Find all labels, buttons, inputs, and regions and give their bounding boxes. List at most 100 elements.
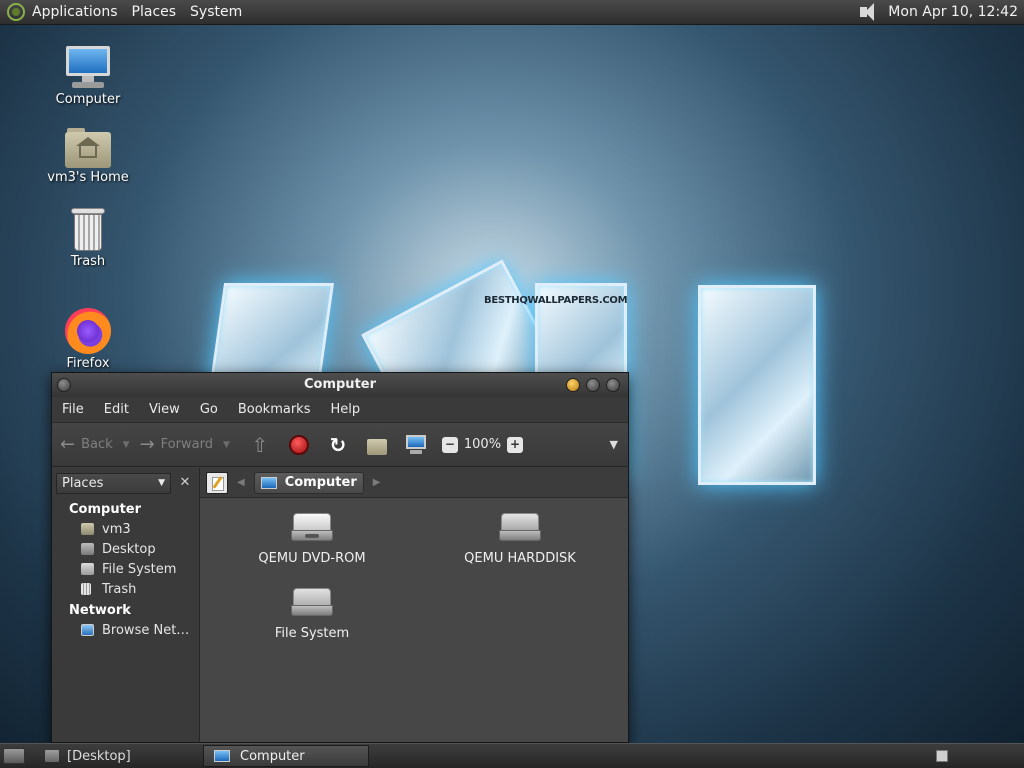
forward-button[interactable]: → Forward ▼: [140, 434, 230, 455]
menu-view[interactable]: View: [139, 402, 190, 417]
file-item-dvd-rom[interactable]: QEMU DVD-ROM: [237, 513, 387, 566]
wallpaper-watermark: BESTHQWALLPAPERS.COM: [484, 295, 628, 306]
file-view[interactable]: ◀ Computer ▶ QEMU DVD-ROM QEMU HARDDISK …: [200, 468, 628, 742]
distro-logo-icon[interactable]: [7, 3, 25, 21]
places-menu[interactable]: Places: [125, 0, 184, 25]
sidebar-item-label: vm3: [102, 521, 131, 537]
breadcrumb-label: Computer: [284, 475, 357, 490]
filesystem-drive-icon: [291, 588, 333, 618]
forward-history-dropdown-icon[interactable]: ▼: [223, 440, 230, 450]
path-right-arrow-icon[interactable]: ▶: [373, 477, 381, 488]
computer-icon[interactable]: [405, 434, 427, 456]
wallpaper-letter-l2: [698, 285, 816, 485]
file-item-file-system[interactable]: File System: [237, 588, 387, 641]
trash-icon: [81, 583, 91, 595]
edit-location-icon[interactable]: [206, 471, 228, 494]
back-history-dropdown-icon[interactable]: ▼: [123, 440, 130, 450]
desktop-icon-label: Trash: [70, 254, 106, 269]
menu-help[interactable]: Help: [320, 402, 370, 417]
toolbar: ← Back ▼ → Forward ▼ ⇧ ↻ − 100% + ▼: [52, 423, 628, 467]
computer-icon: [260, 476, 277, 489]
home-folder-icon: [65, 128, 111, 168]
stop-icon[interactable]: [288, 434, 309, 455]
file-item-harddisk[interactable]: QEMU HARDDISK: [445, 513, 595, 566]
home-folder-icon: [81, 523, 94, 535]
taskbar-item-computer[interactable]: Computer: [203, 745, 369, 767]
zoom-in-icon[interactable]: +: [507, 436, 524, 453]
toolbar-overflow-icon[interactable]: ▼: [610, 438, 618, 451]
desktop-folder-icon: [81, 543, 94, 555]
sidebar-item-file-system[interactable]: File System: [52, 559, 199, 579]
sidebar-item-vm3[interactable]: vm3: [52, 519, 199, 539]
desktop-icon-label: Firefox: [66, 356, 110, 371]
desktop-folder-icon: [45, 750, 59, 762]
up-arrow-icon[interactable]: ⇧: [249, 434, 271, 456]
taskbar-item-desktop[interactable]: [Desktop]: [35, 745, 195, 767]
panel-clock[interactable]: Mon Apr 10, 12:42: [888, 4, 1024, 20]
taskbar-item-label: [Desktop]: [67, 748, 131, 764]
window-titlebar[interactable]: Computer: [52, 373, 628, 397]
menu-go[interactable]: Go: [190, 402, 228, 417]
zoom-out-icon[interactable]: −: [441, 436, 458, 453]
workspace-switcher[interactable]: [936, 750, 948, 762]
menu-edit[interactable]: Edit: [94, 402, 139, 417]
menu-file[interactable]: File: [52, 402, 94, 417]
zoom-level: 100%: [463, 437, 502, 452]
close-sidebar-icon[interactable]: ✕: [175, 473, 195, 493]
file-item-label: QEMU HARDDISK: [464, 551, 576, 566]
reload-icon[interactable]: ↻: [327, 434, 349, 456]
close-button[interactable]: [606, 378, 620, 392]
forward-arrow-icon: →: [139, 434, 155, 455]
sidebar-item-desktop[interactable]: Desktop: [52, 539, 199, 559]
file-item-label: File System: [274, 626, 350, 641]
filesystem-drive-icon: [81, 563, 94, 575]
computer-icon: [214, 750, 230, 762]
desktop-icon-label: vm3's Home: [47, 170, 129, 185]
forward-label: Forward: [160, 437, 213, 452]
desktop-icon-label: Computer: [55, 92, 121, 107]
back-arrow-icon: ←: [60, 434, 76, 455]
window-title: Computer: [303, 377, 377, 392]
volume-icon[interactable]: [856, 1, 880, 23]
applications-menu[interactable]: Applications: [25, 0, 125, 25]
top-panel: Applications Places System Mon Apr 10, 1…: [0, 0, 1024, 25]
desktop-icon-home[interactable]: vm3's Home: [43, 128, 133, 185]
sidebar-item-trash[interactable]: Trash: [52, 579, 199, 599]
desktop-icon-computer[interactable]: Computer: [43, 46, 133, 107]
home-icon[interactable]: [366, 438, 387, 455]
sidebar-item-browse-network[interactable]: Browse Net…: [52, 620, 199, 640]
dvd-drive-icon: [291, 513, 333, 543]
sidebar-type-value: Places: [62, 475, 104, 491]
back-label: Back: [81, 437, 113, 452]
chevron-down-icon: ▼: [158, 478, 165, 488]
show-desktop-icon[interactable]: [3, 748, 25, 764]
network-icon: [81, 624, 94, 636]
sidebar-header: Places ▼ ✕: [52, 468, 199, 498]
taskbar-item-label: Computer: [240, 748, 305, 764]
minimize-button[interactable]: [566, 378, 580, 392]
sidebar-item-label: Trash: [102, 581, 137, 597]
firefox-icon: [65, 308, 111, 354]
window-content: Places ▼ ✕ Computer vm3 Desktop File Sys…: [52, 468, 628, 742]
sidebar: Places ▼ ✕ Computer vm3 Desktop File Sys…: [52, 468, 200, 742]
back-button[interactable]: ← Back ▼: [60, 434, 130, 455]
breadcrumb-computer[interactable]: Computer: [253, 471, 364, 494]
computer-icon: [64, 46, 112, 90]
desktop-icon-firefox[interactable]: Firefox: [43, 308, 133, 371]
file-item-label: QEMU DVD-ROM: [258, 551, 366, 566]
system-menu[interactable]: System: [183, 0, 249, 25]
panel-tray: Mon Apr 10, 12:42: [856, 1, 1024, 23]
desktop-icon-trash[interactable]: Trash: [43, 208, 133, 269]
sidebar-type-select[interactable]: Places ▼: [56, 472, 171, 494]
menu-bookmarks[interactable]: Bookmarks: [228, 402, 321, 417]
maximize-button[interactable]: [586, 378, 600, 392]
harddisk-icon: [499, 513, 541, 543]
bottom-panel: [Desktop] Computer: [0, 743, 1024, 768]
trash-icon: [71, 208, 105, 252]
sidebar-item-label: Desktop: [102, 541, 156, 557]
sidebar-item-label: File System: [102, 561, 177, 577]
sidebar-item-label: Browse Net…: [102, 622, 190, 638]
pathbar: ◀ Computer ▶: [200, 468, 628, 498]
path-left-arrow-icon[interactable]: ◀: [237, 477, 245, 488]
menubar: File Edit View Go Bookmarks Help: [52, 397, 628, 423]
